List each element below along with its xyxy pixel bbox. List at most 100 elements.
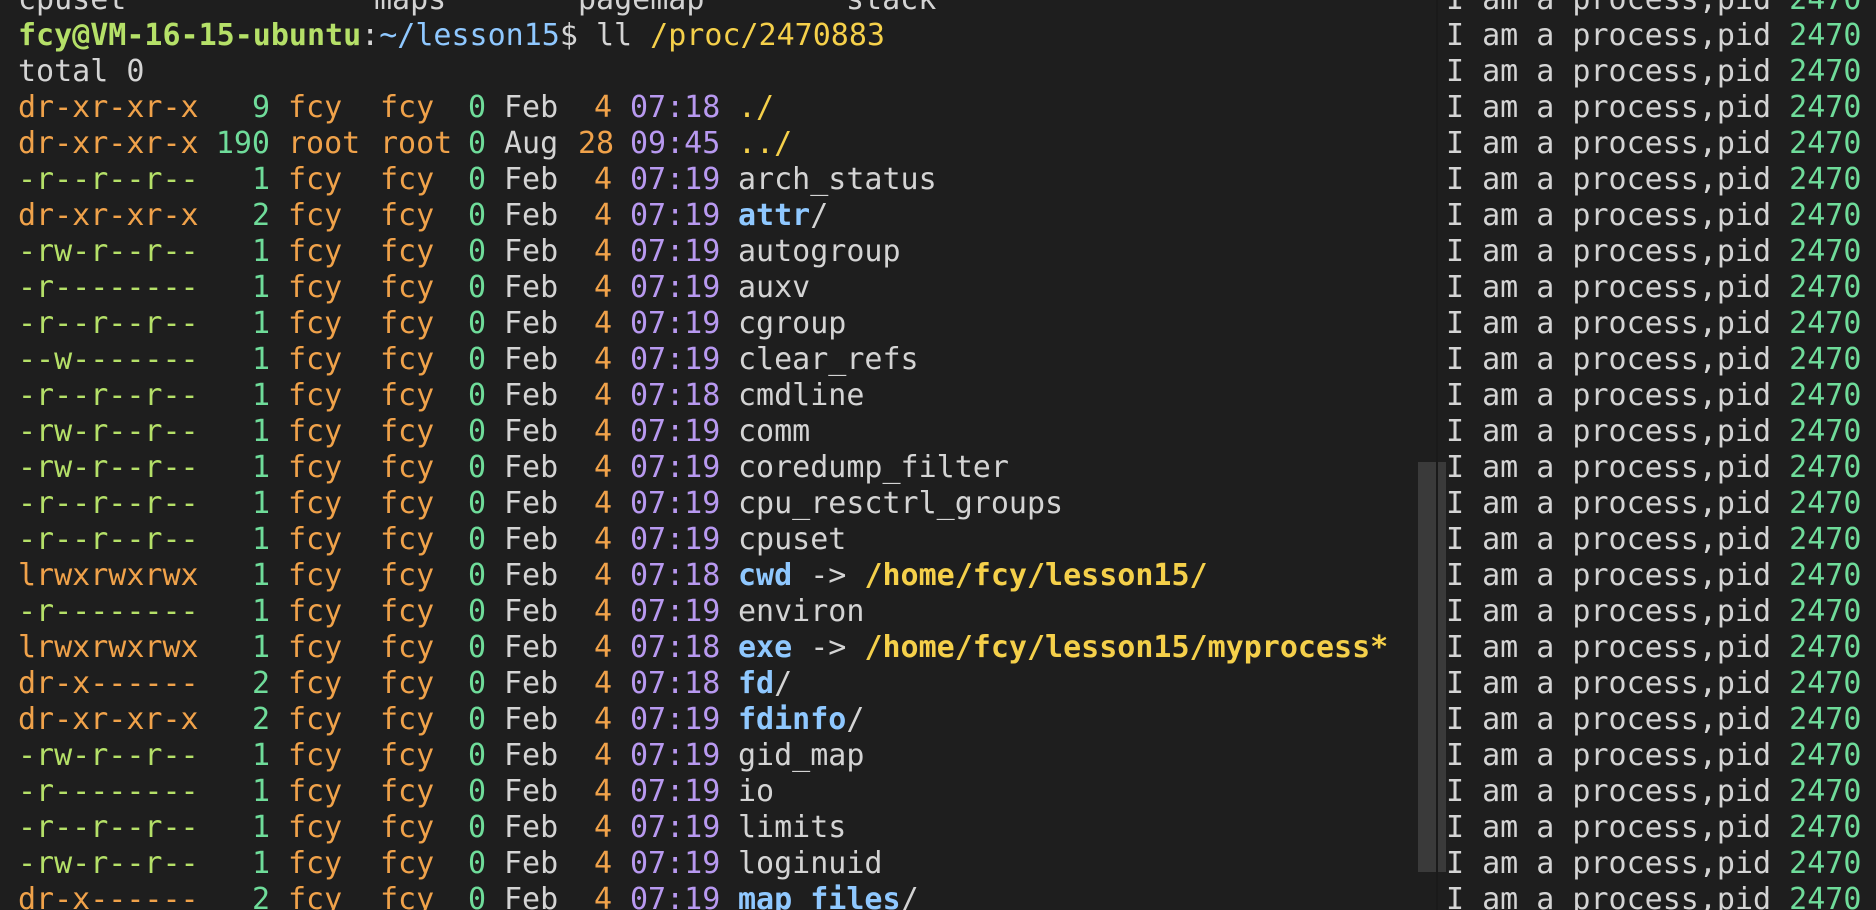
entry-name: cmdline [738,378,864,414]
terminal-window[interactable]: cpuset maps pagemap stack fcy@VM-16-15-u… [0,0,1876,910]
month: Feb [504,306,559,341]
process-output-line: I am a process,pid 2470 [1446,774,1876,810]
file-size: 0 [468,378,487,413]
file-name: cgroup [738,306,847,341]
process-output-text: I am a process,pid [1446,342,1790,377]
file-name: arch_status [738,162,937,197]
dir-name: fdinfo [738,702,847,737]
group: fcy [380,342,435,377]
file-size: 0 [468,414,487,449]
day: 4 [593,810,612,845]
month: Feb [504,810,559,845]
process-output-text: I am a process,pid [1446,162,1790,197]
time: 07:18 [630,558,721,593]
process-pid: 2470 [1789,0,1861,17]
process-output-line: I am a process,pid 2470 [1446,702,1876,738]
listing-row: dr-xr-xr-x 9 fcy fcy 0 Feb 4 07:18 ./ [0,90,1430,126]
scrollbar-thumb[interactable] [1418,462,1446,872]
process-output-line: I am a process,pid 2470 [1446,738,1876,774]
day: 4 [593,738,612,773]
file-size: 0 [468,90,487,125]
file-size: 0 [468,738,487,773]
process-pid: 2470 [1789,234,1862,269]
right-terminal-pane[interactable]: I am a process,pid 2470 I am a process,pi… [1446,0,1876,910]
file-name: auxv [738,270,811,305]
owner: fcy [288,594,343,629]
owner: fcy [288,558,343,593]
prompt: fcy@VM-16-15-ubuntu:~/lesson15$ ll /proc… [18,18,885,54]
month: Aug [504,126,559,161]
owner: fcy [288,90,343,125]
time: 07:19 [630,810,721,845]
link-count: 1 [251,810,270,845]
month: Feb [504,846,559,881]
link-count: 1 [251,414,270,449]
process-output-text: I am a process,pid [1446,126,1790,161]
entry-name: fd/ [738,666,793,701]
listing-row: -r-------- 1 fcy fcy 0 Feb 4 07:19 io [0,774,1430,810]
process-output-text: I am a process,pid [1446,810,1790,845]
permissions: dr-xr-xr-x [18,126,199,161]
owner: fcy [288,306,343,341]
process-pid: 2470 [1789,702,1862,737]
process-output-text: I am a process,pid [1446,522,1790,557]
pane-divider[interactable] [1436,0,1438,910]
permissions: -r--r--r-- [18,306,199,341]
permissions: -rw-r--r-- [18,414,199,449]
process-output-text: I am a process,pid [1446,666,1790,701]
owner: fcy [288,846,343,881]
group: fcy [380,162,435,197]
owner: fcy [288,450,343,485]
time: 07:19 [630,594,721,629]
day: 4 [593,666,612,701]
owner: fcy [288,774,343,809]
process-pid: 2470 [1789,846,1862,881]
group: fcy [380,486,435,521]
file-size: 0 [468,594,487,629]
month: Feb [504,738,559,773]
time: 07:19 [630,198,721,233]
link-count: 1 [251,378,270,413]
owner: fcy [288,810,343,845]
process-output-text: I am a process,pid [1446,90,1790,125]
file-name: environ [738,594,865,629]
process-output-line: I am a process,pid 2470 [1446,306,1876,342]
process-output-line: I am a process,pid 2470 [1446,198,1876,234]
output-col: pagemap [578,0,704,18]
process-pid: 2470 [1789,126,1862,161]
owner: fcy [288,882,343,910]
link-count: 1 [251,162,270,197]
output-col: maps [374,0,446,18]
time: 07:18 [630,378,721,413]
day: 4 [593,270,612,305]
dir-name: ../ [738,126,793,161]
file-size: 0 [468,666,487,701]
file-size: 0 [468,630,487,665]
process-output-line: I am a process,pid 2470 [1446,666,1876,702]
process-pid: 2470 [1789,666,1862,701]
file-size: 0 [468,558,487,593]
output-col: stack [846,0,936,18]
group: fcy [380,666,435,701]
process-output-line: I am a process,pid 2470 [1446,522,1876,558]
day: 4 [593,378,612,413]
entry-name: loginuid [738,846,883,882]
permissions: -rw-r--r-- [18,846,199,881]
link-count: 1 [251,306,270,341]
time: 07:18 [630,90,721,125]
month: Feb [504,270,559,305]
listing-row: -r--r--r-- 1 fcy fcy 0 Feb 4 07:19 limits [0,810,1430,846]
group: fcy [380,594,435,629]
group: fcy [380,522,435,557]
owner: fcy [288,522,343,557]
process-output-text: I am a process,pid [1446,450,1790,485]
file-size: 0 [468,126,487,161]
link-count: 1 [251,270,270,305]
month: Feb [504,414,559,449]
total-text: total 0 [18,54,145,89]
month: Feb [504,774,559,809]
prompt-symbol: $ [559,18,578,53]
link-count: 1 [251,234,270,269]
partial-output-line: cpuset maps pagemap stack [0,0,1430,18]
left-terminal-pane[interactable]: cpuset maps pagemap stack fcy@VM-16-15-u… [0,0,1430,910]
